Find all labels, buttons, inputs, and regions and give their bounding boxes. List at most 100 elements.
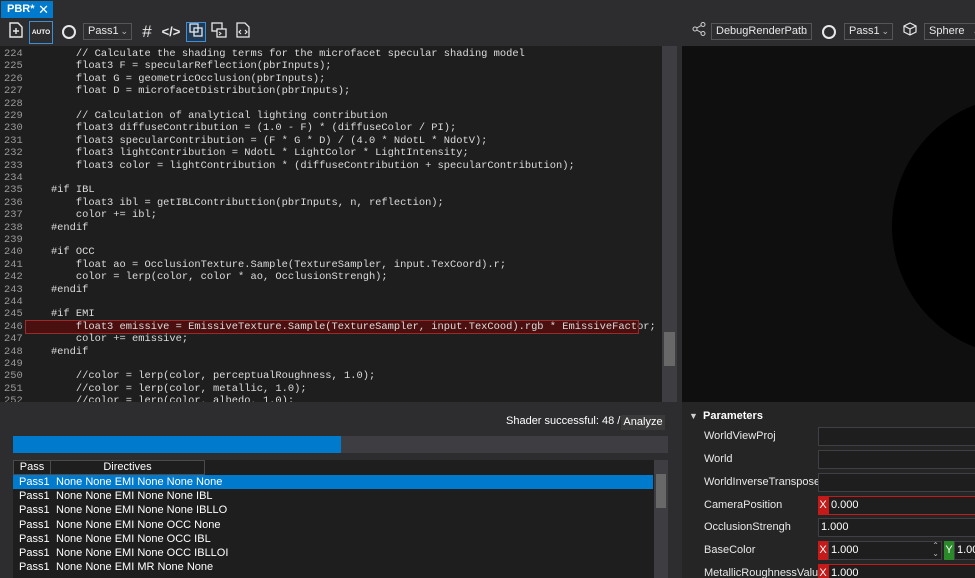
grid-scroll-thumb[interactable] bbox=[656, 474, 666, 508]
code-line[interactable]: 246 float3 emissive = EmissiveTexture.Sa… bbox=[0, 319, 662, 335]
pass-select[interactable]: Pass1 ⌄ bbox=[83, 23, 132, 40]
parameter-input[interactable] bbox=[818, 450, 975, 469]
code-line[interactable]: 225 float3 F = specularReflection(pbrInp… bbox=[0, 60, 662, 72]
code-line[interactable]: 244 bbox=[0, 296, 662, 308]
code-line[interactable]: 227 float D = microfacetDistribution(pbr… bbox=[0, 85, 662, 97]
render-path-select[interactable]: DebugRenderPath ⌄ bbox=[711, 23, 812, 40]
editor-scroll-thumb[interactable] bbox=[664, 332, 675, 366]
vector-x-input[interactable]: 0.000 bbox=[828, 496, 975, 515]
line-code: float ao = OcclusionTexture.Sample(Textu… bbox=[26, 258, 507, 271]
collapse-triangle-icon[interactable]: ▼ bbox=[689, 408, 698, 424]
axis-y-label: Y bbox=[944, 541, 954, 560]
code-line[interactable]: 240 #if OCC bbox=[0, 246, 662, 258]
parameter-row: CameraPosition X 0.000 bbox=[682, 495, 975, 517]
line-code: #if EMI bbox=[26, 308, 95, 321]
hash-icon[interactable]: # bbox=[137, 22, 157, 42]
code-line[interactable]: 250 //color = lerp(color, perceptualRoug… bbox=[0, 370, 662, 382]
line-number: 247 bbox=[4, 333, 23, 346]
code-line[interactable]: 237 color += ibl; bbox=[0, 209, 662, 221]
code-line[interactable]: 247 color += emissive; bbox=[0, 333, 662, 345]
line-number: 237 bbox=[4, 209, 23, 222]
line-code: // Calculation of analytical lighting co… bbox=[26, 110, 388, 122]
line-number: 236 bbox=[4, 196, 23, 209]
shape-value: Sphere bbox=[929, 25, 965, 37]
code-line[interactable]: 243 #endif bbox=[0, 284, 662, 296]
line-number: 232 bbox=[4, 147, 23, 160]
tab-pbr[interactable]: PBR* ✕ bbox=[1, 1, 53, 18]
code-line[interactable]: 249 bbox=[0, 358, 662, 370]
parameter-input[interactable]: 1.000 bbox=[818, 518, 975, 537]
share-node-icon[interactable] bbox=[689, 22, 709, 42]
code-line[interactable]: 224 // Calculate the shading terms for t… bbox=[0, 48, 662, 60]
table-row[interactable]: Pass1 None None EMI MR None None bbox=[13, 560, 653, 574]
cell-directives: None None EMI None OCC IBLLOI bbox=[56, 547, 229, 559]
editor-scrollbar[interactable] bbox=[662, 46, 677, 402]
vector-x-input[interactable]: 1.000 bbox=[828, 564, 975, 578]
cell-directives: None None EMI None None IBLLO bbox=[56, 504, 228, 517]
cube-icon[interactable] bbox=[900, 22, 920, 42]
analyze-button[interactable]: Analyze bbox=[621, 415, 665, 430]
code-icon[interactable]: </> bbox=[160, 22, 182, 42]
render-path-value: DebugRenderPath bbox=[716, 25, 808, 37]
grid-scrollbar[interactable] bbox=[654, 460, 668, 578]
new-file-icon[interactable] bbox=[6, 22, 26, 42]
table-row[interactable]: Pass1 None None EMI None OCC None bbox=[13, 518, 653, 532]
code-line[interactable]: 239 bbox=[0, 234, 662, 246]
chevron-down-icon: ⌄ bbox=[881, 26, 889, 36]
shape-select[interactable]: Sphere ⌄ bbox=[924, 23, 975, 40]
parameter-input[interactable] bbox=[818, 427, 975, 446]
code-line[interactable]: 252 //color = lerp(color, albedo, 1.0); bbox=[0, 395, 662, 402]
code-line[interactable]: 229 // Calculation of analytical lightin… bbox=[0, 110, 662, 122]
parameter-input[interactable] bbox=[818, 473, 975, 492]
vector-x-input[interactable]: 1.000 ⌃ ⌄ bbox=[828, 541, 942, 560]
close-icon[interactable]: ✕ bbox=[38, 1, 49, 18]
code-line[interactable]: 245 #if EMI bbox=[0, 308, 662, 320]
file-code-icon[interactable] bbox=[233, 22, 253, 42]
code-line[interactable]: 228 bbox=[0, 98, 662, 110]
copy-icon[interactable] bbox=[186, 22, 206, 42]
line-number: 244 bbox=[4, 296, 23, 308]
code-line[interactable]: 233 float3 color = lightContribution * (… bbox=[0, 160, 662, 172]
code-line[interactable]: 241 float ao = OcclusionTexture.Sample(T… bbox=[0, 259, 662, 271]
material-circle-icon[interactable] bbox=[822, 25, 836, 39]
code-line[interactable]: 236 float3 ibl = getIBLContributtion(pbr… bbox=[0, 197, 662, 209]
right-pass-select[interactable]: Pass1 ⌄ bbox=[844, 23, 893, 40]
table-row[interactable]: Pass1 None None EMI None OCC IBLLOI bbox=[13, 546, 653, 560]
table-row[interactable]: Pass1 None None EMI None None IBLLO bbox=[13, 503, 653, 517]
line-number: 238 bbox=[4, 221, 23, 234]
vector-y-input[interactable]: 1.00 bbox=[954, 541, 975, 560]
permutation-grid[interactable]: Pass Directives Pass1 None None EMI None … bbox=[13, 460, 668, 578]
render-viewport[interactable] bbox=[682, 46, 975, 402]
table-row[interactable]: Pass1 None None EMI None None None bbox=[13, 475, 653, 490]
spinner-icon[interactable]: ⌃ ⌄ bbox=[932, 542, 939, 558]
image-code-icon[interactable] bbox=[209, 22, 229, 42]
column-header-directives[interactable]: Directives bbox=[50, 460, 205, 475]
code-editor[interactable]: 224 // Calculate the shading terms for t… bbox=[0, 46, 677, 402]
line-number: 248 bbox=[4, 345, 23, 358]
code-line[interactable]: 234 bbox=[0, 172, 662, 184]
code-line[interactable]: 248 #endif bbox=[0, 346, 662, 358]
code-line[interactable]: 238 #endif bbox=[0, 222, 662, 234]
line-number: 235 bbox=[4, 184, 23, 197]
parameter-row: MetallicRoughnessValues X 1.000 bbox=[682, 563, 975, 578]
parameter-label: BaseColor bbox=[704, 544, 756, 556]
code-line[interactable]: 242 color = lerp(color, color * ao, Occl… bbox=[0, 271, 662, 283]
code-line[interactable]: 235 #if IBL bbox=[0, 184, 662, 196]
line-code: #endif bbox=[26, 221, 89, 234]
cell-directives: None None EMI None OCC IBL bbox=[56, 532, 211, 545]
cell-pass: Pass1 bbox=[19, 518, 50, 531]
code-line[interactable]: 232 float3 lightContribution = NdotL * L… bbox=[0, 147, 662, 159]
code-line[interactable]: 230 float3 diffuseContribution = (1.0 - … bbox=[0, 122, 662, 134]
code-line[interactable]: 226 float G = geometricOcclusion(pbrInpu… bbox=[0, 73, 662, 85]
code-line[interactable]: 231 float3 specularContribution = (F * G… bbox=[0, 135, 662, 147]
column-header-pass[interactable]: Pass bbox=[13, 460, 51, 475]
preview-circle-icon[interactable] bbox=[62, 25, 76, 39]
auto-compile-button[interactable]: AUTO bbox=[29, 21, 53, 44]
code-line[interactable]: 251 //color = lerp(color, metallic, 1.0)… bbox=[0, 383, 662, 395]
table-row[interactable]: Pass1 None None EMI None None IBL bbox=[13, 489, 653, 503]
line-code: float3 ibl = getIBLContributtion(pbrInpu… bbox=[26, 196, 444, 209]
line-number: 234 bbox=[4, 172, 23, 184]
parameters-header[interactable]: ▼ Parameters bbox=[682, 408, 975, 424]
table-row[interactable]: Pass1 None None EMI None OCC IBL bbox=[13, 532, 653, 546]
analysis-progress-fill bbox=[13, 436, 341, 453]
